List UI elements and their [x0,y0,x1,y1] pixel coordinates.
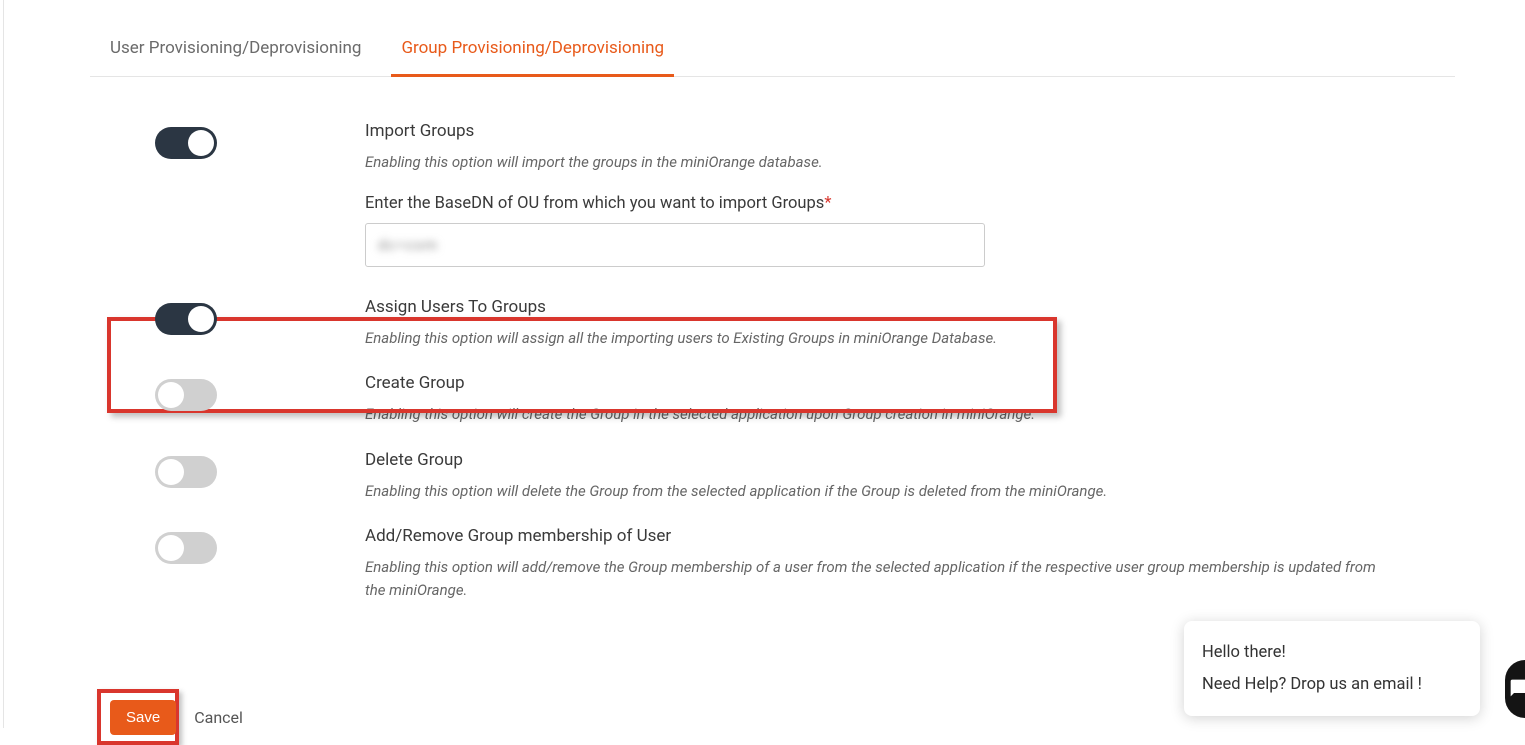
toggle-assign-users[interactable] [155,303,217,335]
toggle-import-groups[interactable] [155,127,217,159]
tab-group-provisioning[interactable]: Group Provisioning/Deprovisioning [401,28,664,76]
toggle-add-remove-membership[interactable] [155,532,217,564]
add-remove-title: Add/Remove Group membership of User [365,526,1395,546]
add-remove-desc: Enabling this option will add/remove the… [365,556,1395,601]
basedn-label: Enter the BaseDN of OU from which you wa… [365,194,1395,213]
assign-users-title: Assign Users To Groups [365,297,1395,317]
chat-icon [1509,678,1525,698]
basedn-label-text: Enter the BaseDN of OU from which you wa… [365,194,824,213]
required-marker: * [824,194,831,213]
cancel-button[interactable]: Cancel [194,708,243,727]
toggle-create-group[interactable] [155,379,217,411]
basedn-value: dc=com [378,236,438,254]
import-groups-desc: Enabling this option will import the gro… [365,151,1395,174]
actions-row: Save Cancel [110,700,243,735]
toggle-delete-group[interactable] [155,456,217,488]
tabs: User Provisioning/Deprovisioning Group P… [90,28,1455,77]
basedn-input[interactable]: dc=com [365,223,985,267]
help-popup: Hello there! Need Help? Drop us an email… [1184,621,1480,716]
save-button[interactable]: Save [110,700,176,735]
tab-user-provisioning[interactable]: User Provisioning/Deprovisioning [110,28,361,76]
delete-group-title: Delete Group [365,450,1395,470]
help-line2: Need Help? Drop us an email ! [1202,669,1462,700]
left-divider [3,0,4,728]
chat-widget[interactable] [1505,660,1525,718]
delete-group-desc: Enabling this option will delete the Gro… [365,480,1395,503]
highlight-assign-users [107,317,1057,413]
import-groups-title: Import Groups [365,121,1395,141]
help-line1: Hello there! [1202,637,1462,668]
